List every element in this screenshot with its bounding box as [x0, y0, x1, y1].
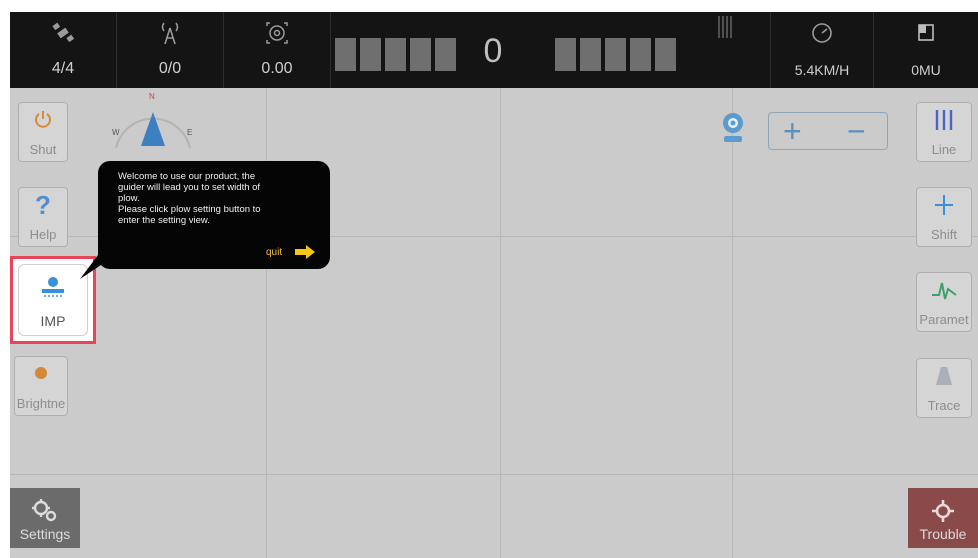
target-icon [224, 20, 330, 46]
trace-label: Trace [927, 398, 961, 413]
lightbar-segment [360, 38, 381, 71]
guide-lines-icon [917, 109, 971, 135]
area-status[interactable]: 0MU [874, 12, 978, 88]
tooltip-line-3: plow. [118, 193, 140, 204]
trace-button[interactable]: Trace [916, 358, 972, 418]
speed-value: 5.4KM/H [794, 62, 850, 78]
gears-icon [10, 496, 80, 526]
lightbar-offset-value: 0 [483, 32, 503, 70]
brightness-button[interactable]: Brightne [14, 356, 68, 416]
lightbar-segment [580, 38, 601, 71]
shift-button[interactable]: Shift [916, 187, 972, 247]
lightbar-segment [410, 38, 431, 71]
guidance-map[interactable]: N W E + − Shut ? Help Brightne Settings … [10, 88, 978, 558]
line-button[interactable]: Line [916, 102, 972, 162]
tooltip-line-4: Please click plow setting button to [118, 204, 261, 215]
shut-label: Shut [29, 142, 57, 157]
imp-button[interactable]: IMP [18, 264, 88, 336]
waveform-icon [917, 279, 971, 305]
webcam-locate-icon [723, 113, 743, 142]
grid-line [500, 88, 501, 558]
shift-label: Shift [930, 227, 957, 242]
signal-status[interactable]: 0/0 [117, 12, 223, 88]
lightbar-segment [630, 38, 651, 71]
satellite-icon [10, 20, 116, 46]
lightbar-mode-icon [700, 14, 750, 40]
brightness-label: Brightne [16, 396, 66, 411]
trouble-label: Trouble [919, 526, 967, 542]
area-value: 0MU [911, 62, 941, 78]
quit-label: quit [266, 247, 283, 258]
question-icon: ? [35, 190, 51, 220]
lightbar-segment [335, 38, 356, 71]
power-icon [19, 109, 67, 135]
grid-line [10, 474, 978, 475]
plow-icon [19, 275, 87, 308]
compass-east-label: E [187, 128, 193, 137]
tooltip-line-2: guider will lead you to set width of [118, 182, 261, 193]
zoom-out-button[interactable]: − [847, 113, 866, 149]
settings-button[interactable]: Settings [10, 488, 80, 548]
speed-status[interactable]: 5.4KM/H [771, 12, 873, 88]
help-button[interactable]: ? Help [18, 187, 68, 247]
trace-icon [917, 365, 971, 391]
shut-button[interactable]: Shut [18, 102, 68, 162]
trouble-button[interactable]: Trouble [908, 488, 978, 548]
grid-line [266, 88, 267, 558]
guidance-app: 4/4 0/0 0.00 0 5.4KM/H 0MU N W E + − Shu… [10, 12, 978, 558]
zoom-in-button[interactable]: + [783, 113, 802, 149]
parameter-label: Paramet [919, 312, 969, 327]
satellite-count: 4/4 [51, 60, 75, 77]
tooltip-pointer [80, 239, 110, 279]
speedometer-icon [771, 20, 873, 46]
area-icon [874, 20, 978, 46]
lightbar-segment [435, 38, 456, 71]
lightbar-segment [385, 38, 406, 71]
locate-button[interactable] [718, 110, 748, 146]
grid-line [732, 88, 733, 558]
lightbar-segment [605, 38, 626, 71]
lightbar-mode[interactable] [700, 12, 750, 88]
help-label: Help [29, 227, 57, 242]
compass: N W E [108, 92, 198, 154]
brightness-icon [15, 363, 67, 389]
parameter-button[interactable]: Paramet [916, 272, 972, 332]
compass-north-label: N [149, 92, 155, 101]
settings-label: Settings [19, 526, 71, 542]
signal-value: 0/0 [158, 60, 182, 77]
status-bar: 4/4 0/0 0.00 0 5.4KM/H 0MU [10, 12, 978, 88]
zoom-control: + − [768, 112, 888, 150]
tooltip-line-5: enter the setting view. [118, 215, 210, 226]
antenna-icon [117, 20, 223, 46]
satellite-status[interactable]: 4/4 [10, 12, 116, 88]
compass-icon [115, 112, 191, 149]
quit-button[interactable]: quit [266, 245, 320, 263]
shift-icon [917, 194, 971, 220]
guide-tooltip: Welcome to use our product, the guider w… [80, 161, 330, 279]
arrow-right-icon [295, 245, 315, 259]
line-label: Line [931, 142, 957, 157]
tooltip-line-1: Welcome to use our product, the [118, 171, 256, 182]
gear-icon [908, 496, 978, 526]
imp-label: IMP [40, 313, 66, 329]
compass-west-label: W [112, 128, 120, 137]
lightbar-segment [655, 38, 676, 71]
lightbar-segment [555, 38, 576, 71]
accuracy-value: 0.00 [261, 60, 293, 77]
accuracy-status[interactable]: 0.00 [224, 12, 330, 88]
